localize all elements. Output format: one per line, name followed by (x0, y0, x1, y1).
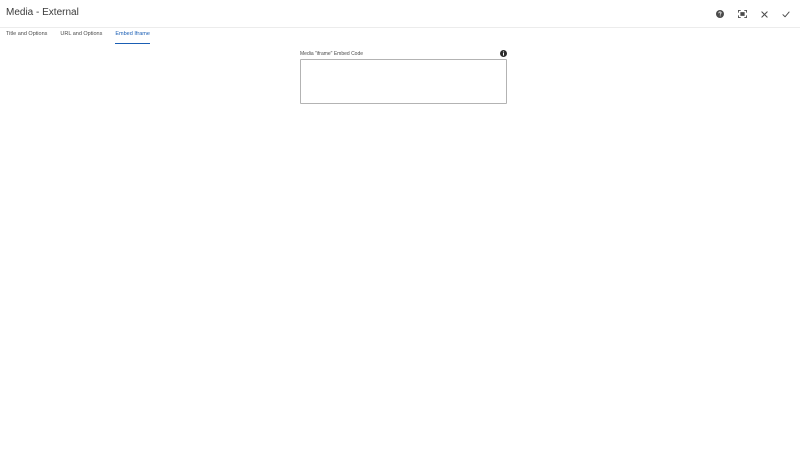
tab-title-and-options[interactable]: Title and Options (6, 28, 47, 44)
info-icon[interactable] (500, 50, 507, 57)
close-button[interactable] (756, 7, 772, 21)
checkmark-icon (782, 11, 790, 17)
fullscreen-icon (737, 10, 747, 18)
dialog-title: Media - External (6, 7, 79, 18)
tab-url-and-options[interactable]: URL and Options (60, 28, 102, 44)
close-icon (760, 10, 768, 18)
fullscreen-button[interactable] (734, 7, 750, 21)
done-button[interactable] (778, 7, 794, 21)
field-label-row: Media "iframe" Embed Code (300, 49, 507, 59)
media-external-dialog: Media - External Title and Options URL a… (0, 0, 800, 450)
tab-embed-iframe[interactable]: Embed Iframe (115, 28, 150, 44)
dialog-actions (712, 7, 794, 21)
help-button[interactable] (712, 7, 728, 21)
embed-code-input[interactable] (300, 59, 507, 104)
help-circle-icon (716, 10, 724, 18)
tab-list: Title and Options URL and Options Embed … (6, 28, 150, 44)
dialog-header: Media - External (0, 0, 800, 28)
embed-code-label: Media "iframe" Embed Code (300, 51, 364, 57)
embed-code-field: Media "iframe" Embed Code (300, 49, 507, 104)
